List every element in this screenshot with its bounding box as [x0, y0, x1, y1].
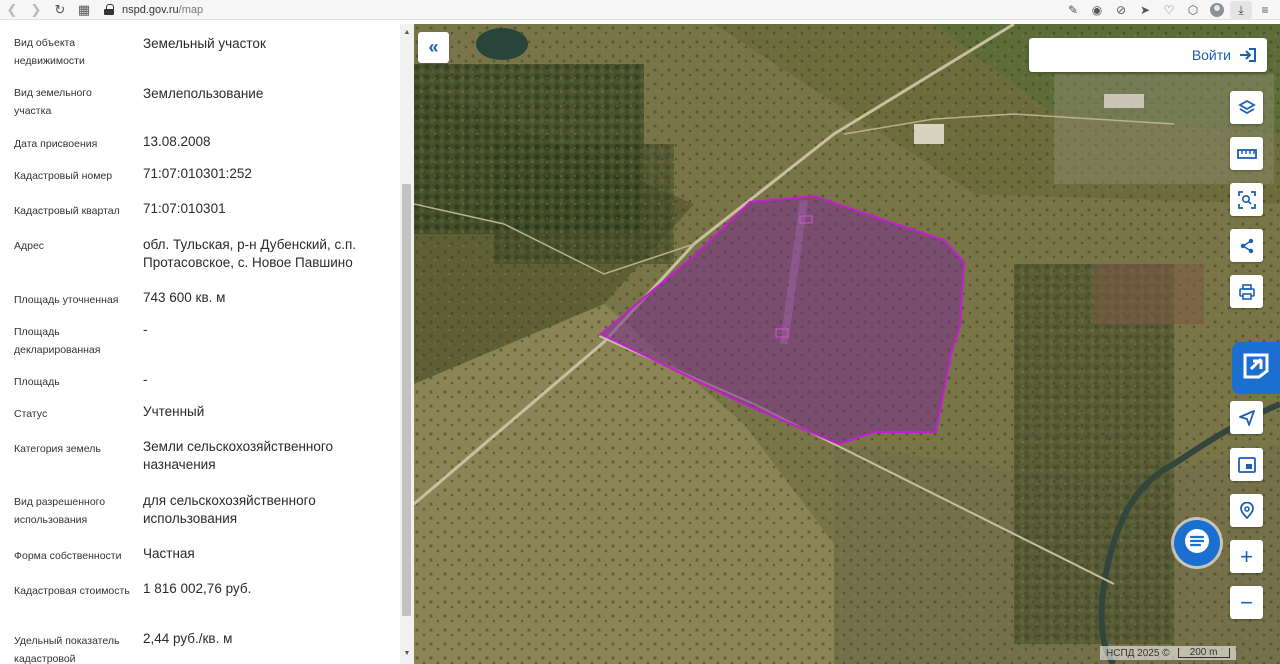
property-label: Кадастровый квартал — [14, 205, 120, 217]
property-value: 71:07:010301:252 — [143, 166, 252, 181]
browser-toolbar: ❮ ❯ ↻ ▦ nspd.gov.ru/map ✎ ◉ ⊘ ➤ ♡ ⬡ ⤓ ≡ — [0, 0, 1280, 20]
property-label: Вид разрешенного использования — [14, 496, 106, 526]
collapse-panel-button[interactable]: « — [418, 32, 449, 63]
property-value: - — [143, 322, 148, 337]
settings-icon[interactable]: ≡ — [1254, 0, 1276, 20]
property-value: 71:07:010301 — [143, 201, 226, 216]
edit-icon[interactable]: ✎ — [1062, 0, 1084, 20]
property-value: 743 600 кв. м — [143, 290, 226, 305]
property-label: Кадастровый номер — [14, 170, 113, 182]
grid-icon[interactable]: ▦ — [72, 0, 96, 20]
browser-actions: ✎ ◉ ⊘ ➤ ♡ ⬡ ⤓ ≡ — [1062, 0, 1276, 20]
minimap-button[interactable] — [1230, 448, 1263, 481]
property-label: Площадь уточненная — [14, 294, 119, 306]
print-button[interactable] — [1230, 275, 1263, 308]
property-label: Кадастровая стоимость — [14, 585, 130, 597]
heart-icon[interactable]: ♡ — [1158, 0, 1180, 20]
zoom-in-button[interactable]: + — [1230, 540, 1263, 573]
satellite-map[interactable]: « Войти + − НСПД 2025 © 200 m — [414, 24, 1280, 664]
property-value: обл. Тульская, р-н Дубенский, с.п. Прота… — [143, 237, 357, 270]
scroll-down-arrow-icon[interactable]: ▼ — [402, 648, 412, 658]
url-host: nspd.gov.ru — [122, 3, 179, 16]
lock-icon — [104, 4, 114, 15]
property-value: Земельный участок — [143, 36, 266, 51]
cube-icon[interactable]: ⬡ — [1182, 0, 1204, 20]
avatar — [1210, 3, 1224, 17]
property-value: 2,44 руб./кв. м — [143, 631, 233, 646]
property-value: Земли сельскохозяйственного назначения — [143, 439, 334, 472]
ruler-button[interactable] — [1230, 137, 1263, 170]
scrollbar-thumb[interactable] — [402, 184, 411, 616]
send-icon[interactable]: ➤ — [1134, 0, 1156, 20]
property-label: Площадь декларированная — [14, 326, 101, 356]
reload-icon[interactable]: ↻ — [48, 0, 72, 20]
gosuslugi-icon — [1239, 349, 1273, 388]
property-label: Адрес — [14, 240, 45, 252]
camera-icon[interactable]: ◉ — [1086, 0, 1108, 20]
property-value: для сельскохозяйственного использования — [143, 493, 316, 526]
map-attribution: НСПД 2025 © 200 m — [1100, 646, 1236, 660]
layers-button[interactable] — [1230, 91, 1263, 124]
property-label: Вид земельного участка — [14, 87, 92, 117]
property-info-panel: Вид объекта недвижимости Земельный участ… — [0, 24, 414, 664]
url-text[interactable]: nspd.gov.ru/map — [122, 4, 203, 16]
property-label: Вид объекта недвижимости — [14, 37, 85, 67]
property-value: - — [143, 372, 148, 387]
property-label: Площадь — [14, 376, 60, 388]
map-imagery — [414, 24, 1280, 664]
property-value: 13.08.2008 — [143, 134, 211, 149]
login-button[interactable]: Войти — [1029, 38, 1267, 72]
login-arrow-icon — [1239, 47, 1257, 63]
property-label: Категория земель — [14, 443, 101, 455]
chat-widget-button[interactable] — [1164, 510, 1230, 576]
property-label: Удельный показатель кадастровой — [14, 635, 120, 664]
property-label: Дата присвоения — [14, 138, 98, 150]
ruler-icon — [1236, 148, 1257, 160]
chat-bubble — [1174, 520, 1220, 566]
chat-icon — [1183, 527, 1211, 560]
minimap-icon — [1237, 456, 1256, 473]
area-search-button[interactable] — [1230, 183, 1263, 216]
attribution-text: НСПД 2025 © — [1106, 647, 1170, 659]
property-label: Форма собственности — [14, 550, 122, 562]
url-path: /map — [178, 3, 204, 16]
printer-icon — [1238, 283, 1256, 301]
back-icon[interactable]: ❮ — [0, 0, 24, 20]
geo-pin-icon — [1238, 501, 1256, 520]
share-button[interactable] — [1230, 229, 1263, 262]
property-value: Землепользование — [143, 86, 264, 101]
login-label: Войти — [1191, 47, 1231, 63]
geo-point-button[interactable] — [1230, 494, 1263, 527]
property-value: Учтенный — [143, 404, 205, 419]
scroll-up-arrow-icon[interactable]: ▲ — [402, 27, 412, 37]
scale-bar: 200 m — [1177, 648, 1230, 658]
layers-icon — [1237, 99, 1256, 117]
zoom-out-button[interactable]: − — [1230, 586, 1263, 619]
address-bar[interactable]: nspd.gov.ru/map — [104, 0, 203, 20]
navigation-arrow-icon — [1238, 409, 1256, 427]
block-icon[interactable]: ⊘ — [1110, 0, 1132, 20]
forward-icon[interactable]: ❯ — [24, 0, 48, 20]
share-icon — [1238, 237, 1256, 255]
gosuslugi-widget-button[interactable] — [1232, 342, 1280, 394]
profile-icon[interactable] — [1206, 0, 1228, 20]
property-label: Статус — [14, 408, 48, 420]
property-value: Частная — [143, 546, 195, 561]
area-search-icon — [1237, 190, 1256, 209]
my-location-button[interactable] — [1230, 401, 1263, 434]
property-value: 1 816 002,76 руб. — [143, 581, 252, 596]
download-icon[interactable]: ⤓ — [1230, 1, 1252, 19]
